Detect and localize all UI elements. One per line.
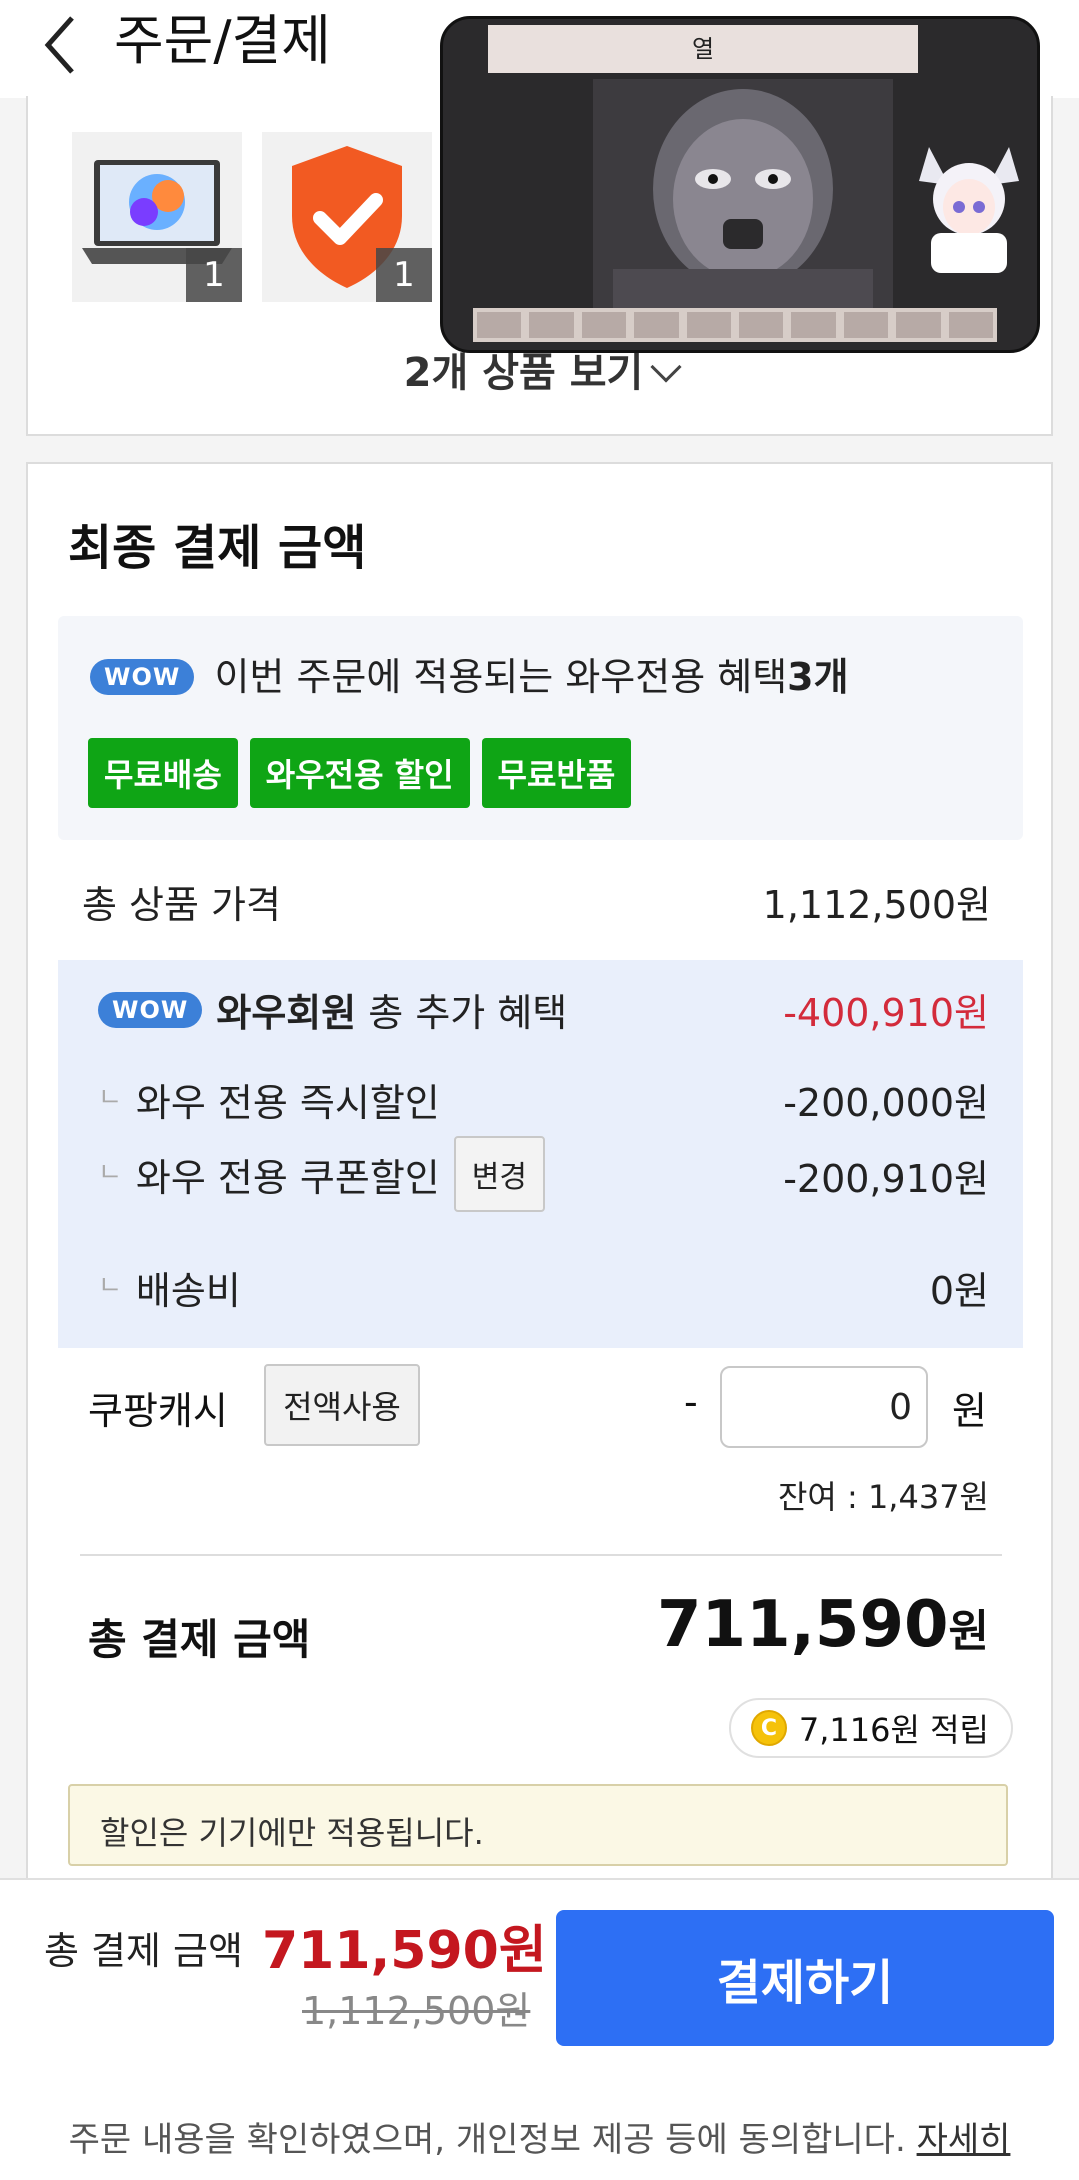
shipping-fee-row: ㄴ 배송비 0원	[58, 1260, 1023, 1320]
instant-discount-label: 와우 전용 즉시할인	[135, 1081, 440, 1125]
wow-badge: WOW	[98, 991, 203, 1028]
final-payment-section: 최종 결제 금액 WOW 이번 주문에 적용되는 와우전용 혜택3개 무료배송 …	[26, 462, 1053, 1882]
coupon-discount-label: 와우 전용 쿠폰할인	[135, 1155, 440, 1200]
total-payment-unit: 원	[948, 1606, 989, 1657]
video-chat-overlay	[909, 27, 1029, 97]
tag-free-shipping: 무료배송	[88, 738, 238, 808]
instant-discount-row: ㄴ 와우 전용 즉시할인 -200,000원	[58, 1072, 1023, 1132]
instant-discount-value: -200,000원	[783, 1081, 989, 1125]
reward-text: 7,116원 적립	[798, 1711, 989, 1749]
product-price-row: 총 상품 가격 1,112,500원	[28, 874, 1053, 934]
wow-member-label: 와우회원	[216, 991, 357, 1035]
product-thumbnail-laptop[interactable]: 1	[72, 132, 242, 302]
benefit-total-value: -400,910원	[783, 991, 989, 1035]
consent-text: 주문 내용을 확인하였으며, 개인정보 제공 등에 동의합니다. 자세히	[0, 2112, 1079, 2161]
reward-chip: C 7,116원 적립	[728, 1698, 1013, 1758]
section-title: 최종 결제 금액	[68, 520, 367, 576]
coupon-discount-value: -200,910원	[783, 1157, 989, 1201]
sub-item-mark: ㄴ	[98, 1157, 122, 1188]
bottom-total-label: 총 결제 금액	[44, 1929, 243, 1973]
chevron-down-icon	[650, 351, 682, 383]
wow-benefit-count: 3개	[787, 655, 849, 699]
cash-amount-input[interactable]	[720, 1366, 928, 1448]
wow-member-benefit-box: WOW 와우회원 총 추가 혜택 -400,910원 ㄴ 와우 전용 즉시할인 -…	[58, 960, 1023, 1348]
original-price: 1,112,500원	[302, 1989, 531, 2033]
video-title-bar: 열	[488, 25, 918, 73]
game-character-image	[593, 79, 893, 319]
sub-item-mark: ㄴ	[98, 1083, 122, 1113]
cash-minus-sign: -	[684, 1380, 698, 1424]
consent-message: 주문 내용을 확인하였으며, 개인정보 제공 등에 동의합니다.	[68, 2120, 906, 2160]
quantity-badge: 1	[376, 248, 432, 302]
wow-benefit-box: WOW 이번 주문에 적용되는 와우전용 혜택3개 무료배송 와우전용 할인 무…	[58, 616, 1023, 840]
tag-wow-discount: 와우전용 할인	[249, 738, 470, 808]
coupang-cash-row: 쿠팡캐시 전액사용 - 원	[28, 1364, 1053, 1454]
cash-unit: 원	[952, 1389, 987, 1433]
coupon-discount-row: ㄴ 와우 전용 쿠폰할인 변경 -200,910원	[58, 1136, 1023, 1220]
wow-tag-list: 무료배송 와우전용 할인 무료반품	[88, 738, 632, 808]
benefit-total-label: 총 추가 혜택	[356, 991, 568, 1035]
shipping-fee-label: 배송비	[135, 1269, 241, 1313]
video-title: 열	[691, 35, 715, 63]
video-bottom-strip	[473, 308, 997, 342]
shipping-fee-value: 0원	[929, 1269, 989, 1313]
quantity-badge: 1	[186, 248, 242, 302]
picture-in-picture-video[interactable]: 열	[440, 16, 1040, 353]
coin-icon: C	[750, 1710, 787, 1746]
page-title: 주문/결제	[114, 9, 331, 72]
bottom-payment-bar: 총 결제 금액 711,590원 1,112,500원 결제하기 주문 내용을 …	[0, 1878, 1079, 2180]
product-price-value: 1,112,500원	[762, 883, 991, 927]
back-arrow-icon[interactable]	[40, 10, 80, 80]
wow-benefit-text: 이번 주문에 적용되는 와우전용 혜택	[214, 655, 788, 699]
benefit-total-row: WOW 와우회원 총 추가 혜택 -400,910원	[58, 982, 1023, 1042]
discount-notice: 할인은 기기에만 적용됩니다.	[68, 1784, 1008, 1866]
total-payment-label: 총 결제 금액	[88, 1615, 311, 1664]
wow-benefit-summary: WOW 이번 주문에 적용되는 와우전용 혜택3개	[90, 646, 849, 701]
consent-details-link[interactable]: 자세히	[917, 2120, 1011, 2160]
tag-free-return: 무료반품	[481, 738, 632, 808]
total-payment-value: 711,590원	[657, 1588, 989, 1662]
bottom-total-amount: 711,590원	[262, 1921, 547, 1981]
coupang-cash-label: 쿠팡캐시	[88, 1389, 228, 1433]
sub-item-mark: ㄴ	[98, 1271, 122, 1301]
cash-balance: 잔여 : 1,437원	[777, 1478, 989, 1516]
use-all-cash-button[interactable]: 전액사용	[264, 1364, 420, 1446]
product-thumbnail-shield[interactable]: 1	[262, 132, 432, 302]
streamer-avatar-image	[919, 147, 1019, 273]
divider	[80, 1554, 1002, 1556]
pay-button[interactable]: 결제하기	[556, 1910, 1054, 2046]
wow-badge: WOW	[90, 659, 195, 695]
total-payment-amount: 711,590	[657, 1588, 949, 1662]
product-price-label: 총 상품 가격	[82, 883, 281, 927]
view-items-label: 2개 상품 보기	[403, 350, 644, 396]
change-coupon-button[interactable]: 변경	[453, 1136, 545, 1212]
